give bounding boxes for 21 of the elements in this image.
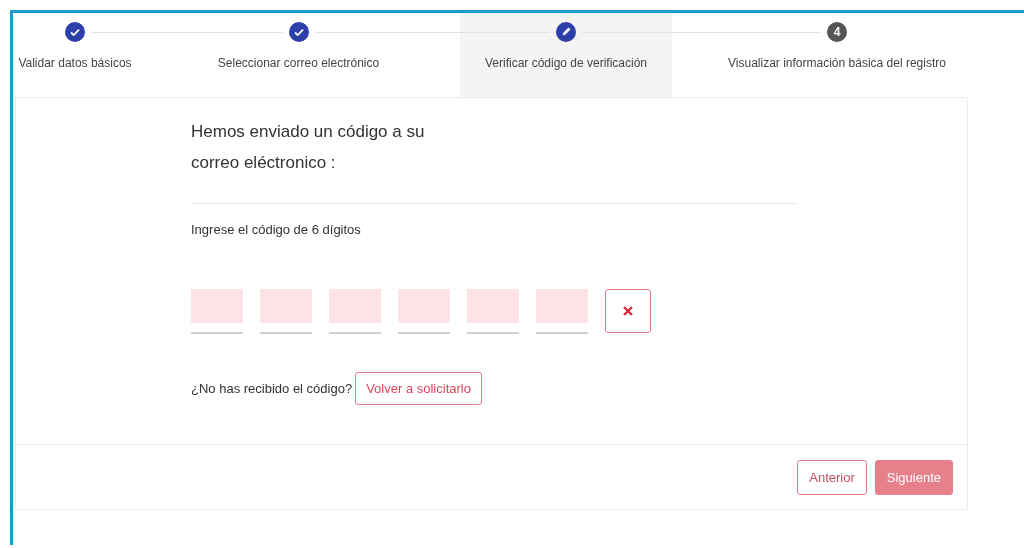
back-button[interactable]: Anterior [797,460,867,495]
step-label: Validar datos básicos [18,56,132,70]
clear-button[interactable] [605,289,651,333]
step-number: 4 [827,22,847,42]
check-icon [288,22,309,42]
resend-button[interactable]: Volver a solicitarlo [355,372,482,405]
pencil-icon [556,22,576,42]
digit-field[interactable] [260,289,312,323]
check-icon [65,22,85,42]
digit-field[interactable] [329,289,381,323]
resend-question: ¿No has recibido el código? [191,381,353,396]
heading: Hemos enviado un código a su correo eléctronico : [191,121,426,174]
step-label: Verificar código de verificación [484,56,648,70]
digit-field[interactable] [398,289,450,323]
close-icon [623,306,633,316]
step-label: Visualizar información básica del registro [728,56,946,70]
code-prompt: Ingrese el código de 6 dígitos [191,222,362,237]
digit-field[interactable] [536,289,588,323]
step-label: Seleccionar correo electrónico [217,56,380,70]
digit-field[interactable] [191,289,243,323]
digit-field[interactable] [467,289,519,323]
